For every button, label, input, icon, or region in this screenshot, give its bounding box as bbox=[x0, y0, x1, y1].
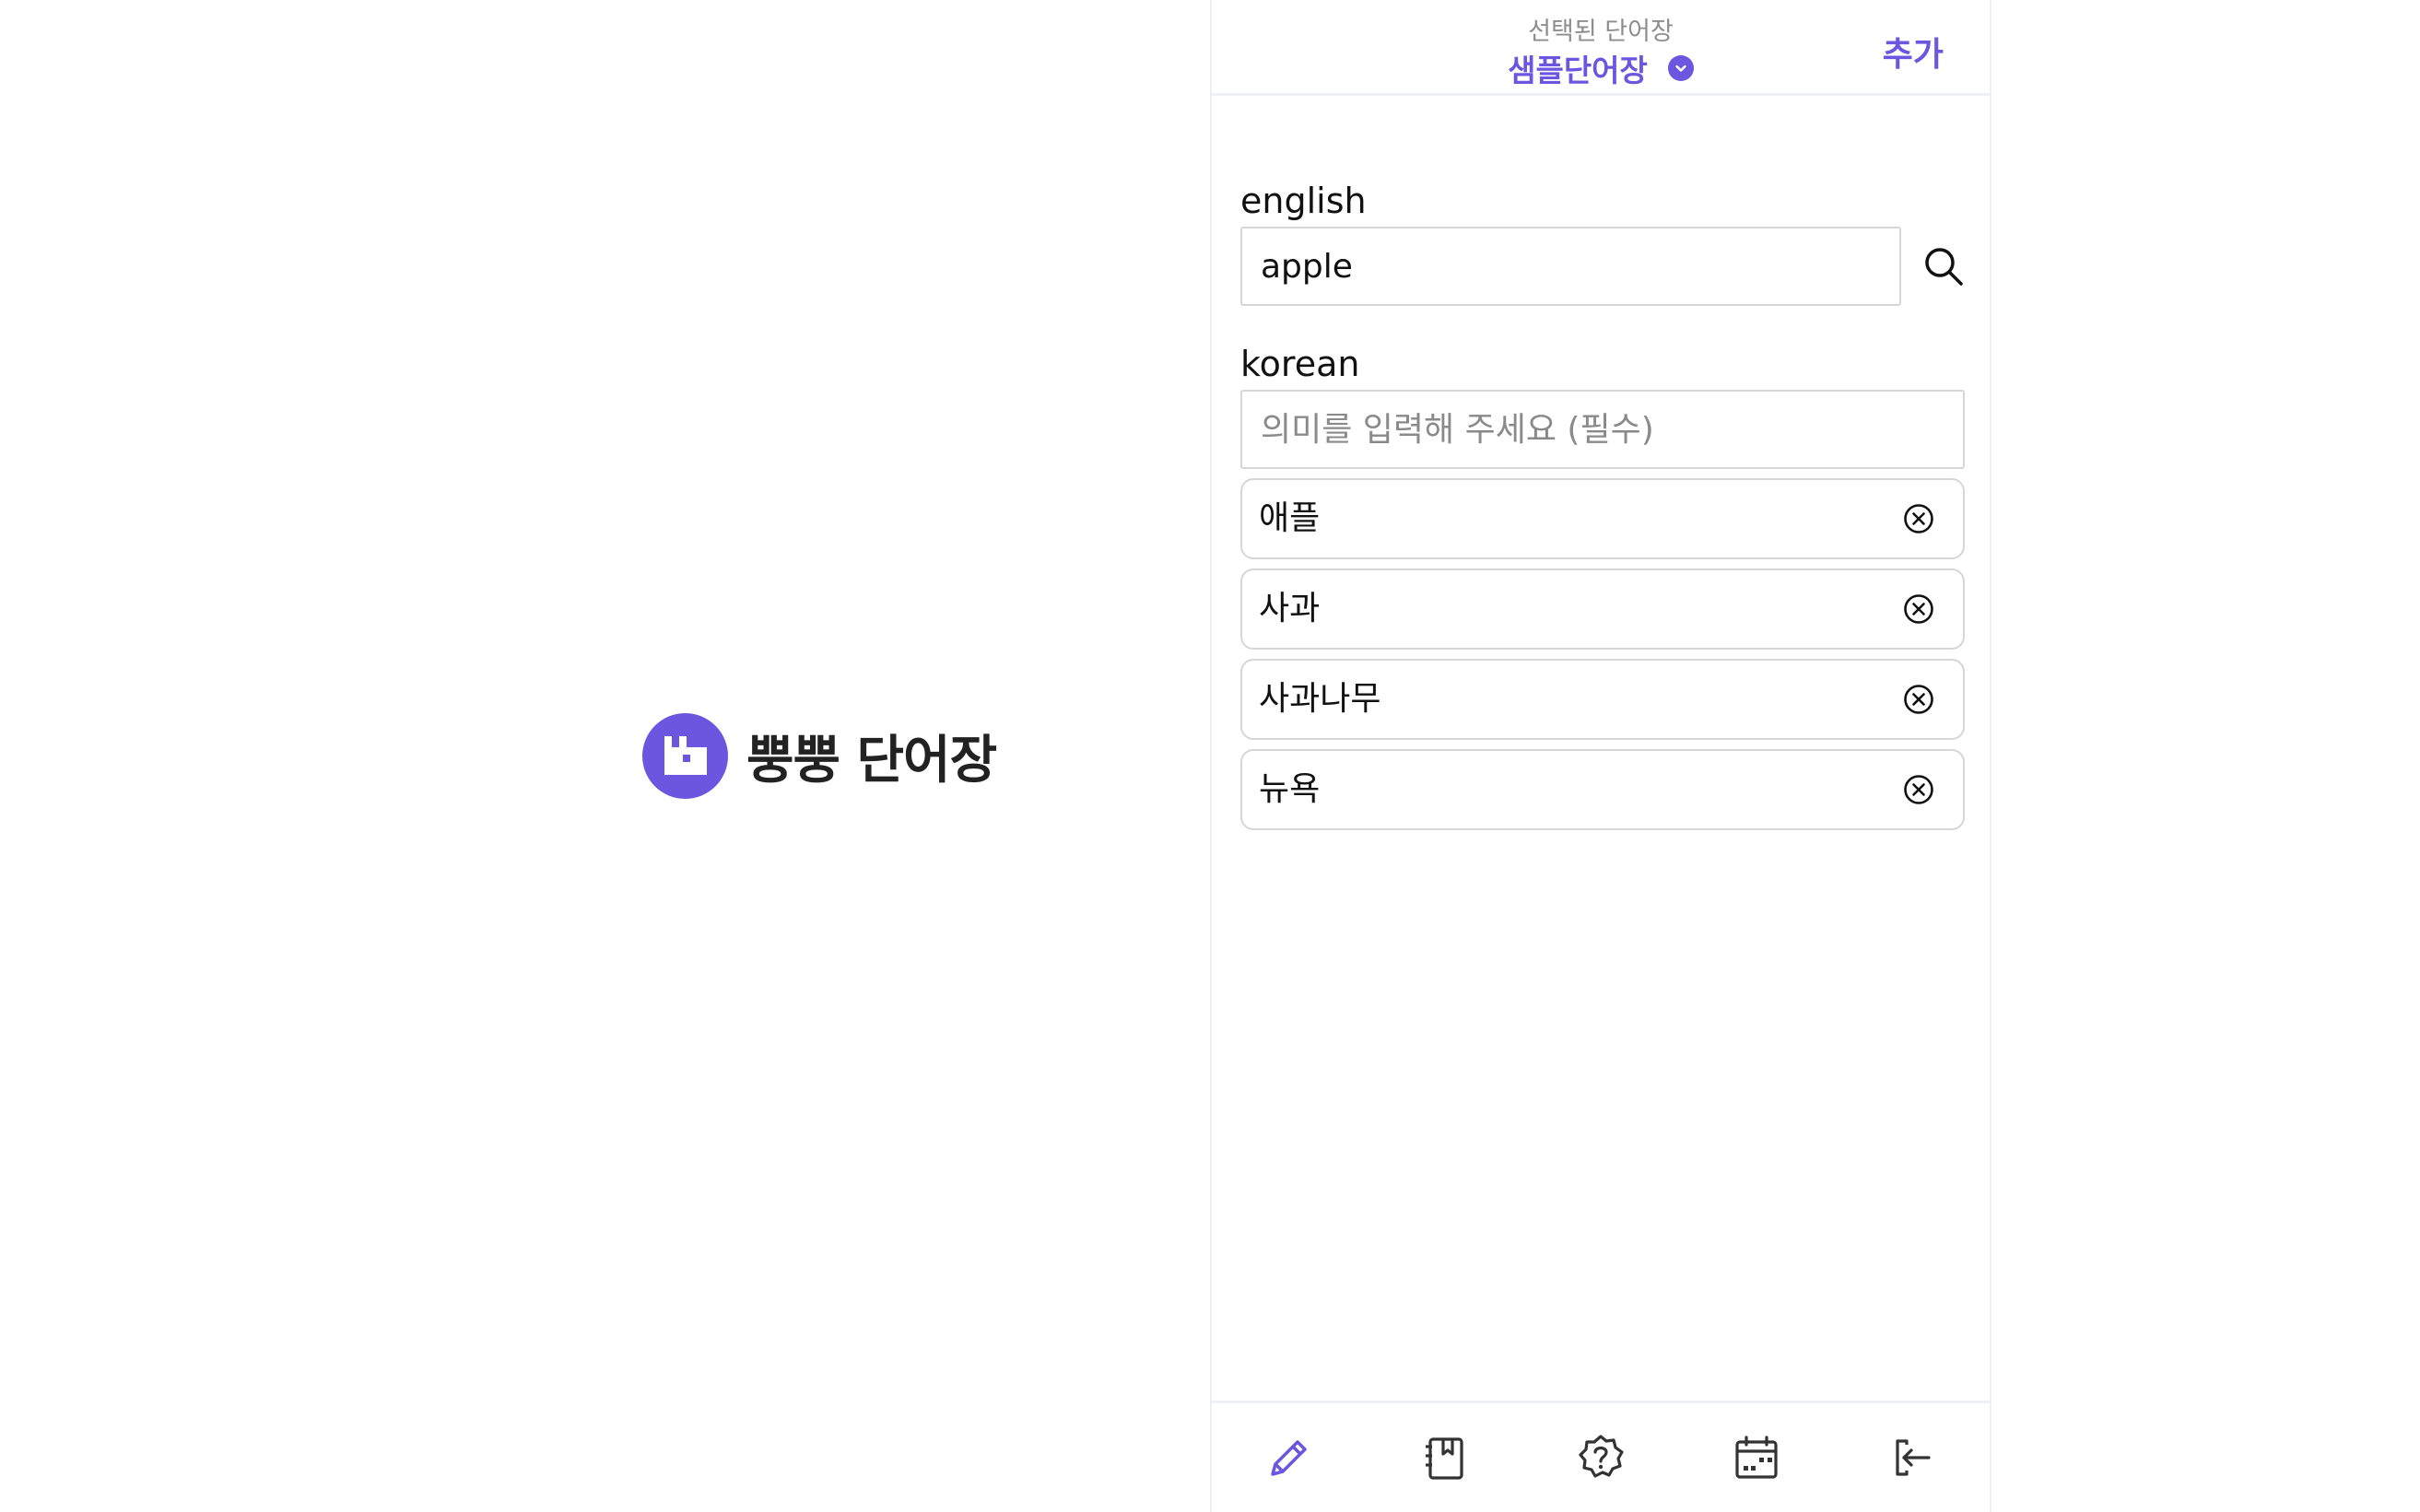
selected-vocabulary-title[interactable]: 샘플단어장 bbox=[1508, 46, 1648, 90]
notebook-icon bbox=[1426, 1437, 1463, 1480]
nav-word-input[interactable] bbox=[1252, 1421, 1326, 1494]
meaning-text: 사과 bbox=[1259, 590, 1321, 627]
remove-circle-x-icon[interactable] bbox=[1903, 684, 1934, 715]
pencil-icon bbox=[1271, 1440, 1308, 1476]
meaning-item: 애플 bbox=[1240, 478, 1965, 559]
remove-circle-x-icon[interactable] bbox=[1903, 593, 1934, 625]
meaning-item: 사과나무 bbox=[1240, 659, 1965, 740]
brand-name: 뿡뿡 단어장 bbox=[746, 730, 997, 791]
add-button[interactable]: 추가 bbox=[1883, 28, 1944, 76]
app-panel: 선택된 단어장 샘플단어장 추가 english korean bbox=[1210, 0, 1991, 1512]
nav-vocabulary[interactable] bbox=[1408, 1421, 1482, 1494]
nav-quiz[interactable] bbox=[1564, 1421, 1638, 1494]
remove-circle-x-icon[interactable] bbox=[1903, 774, 1934, 805]
meaning-list: 애플 사과 사과나무 뉴욕 bbox=[1240, 478, 1965, 839]
meaning-item: 뉴욕 bbox=[1240, 749, 1965, 830]
nav-calendar[interactable] bbox=[1720, 1421, 1793, 1494]
meaning-text: 애플 bbox=[1259, 499, 1321, 537]
meaning-text: 사과나무 bbox=[1259, 680, 1381, 718]
search-icon[interactable] bbox=[1920, 242, 1968, 290]
quiz-icon bbox=[1579, 1435, 1624, 1478]
page: 뿡뿡 단어장 선택된 단어장 샘플단어장 추가 english apple ko… bbox=[0, 0, 2420, 1512]
english-label: english bbox=[1240, 181, 1367, 221]
brand-logo-icon bbox=[642, 712, 728, 799]
chevron-down-circle-icon[interactable] bbox=[1667, 55, 1694, 81]
header: 선택된 단어장 샘플단어장 추가 bbox=[1212, 0, 1990, 96]
meaning-item: 사과 bbox=[1240, 568, 1965, 650]
brand: 뿡뿡 단어장 bbox=[642, 712, 997, 799]
meaning-text: 뉴욕 bbox=[1259, 770, 1321, 808]
logout-icon bbox=[1895, 1439, 1931, 1476]
header-subtitle: 선택된 단어장 bbox=[1528, 18, 1674, 46]
remove-circle-x-icon[interactable] bbox=[1903, 503, 1934, 534]
korean-meaning-input[interactable] bbox=[1240, 390, 1965, 469]
korean-label: korean bbox=[1240, 344, 1360, 384]
vocabulary-selector[interactable]: 샘플단어장 bbox=[1212, 46, 1990, 90]
nav-logout[interactable] bbox=[1875, 1421, 1949, 1494]
english-input[interactable] bbox=[1240, 227, 1901, 306]
calendar-icon bbox=[1735, 1436, 1778, 1479]
bottom-nav bbox=[1212, 1401, 1990, 1512]
